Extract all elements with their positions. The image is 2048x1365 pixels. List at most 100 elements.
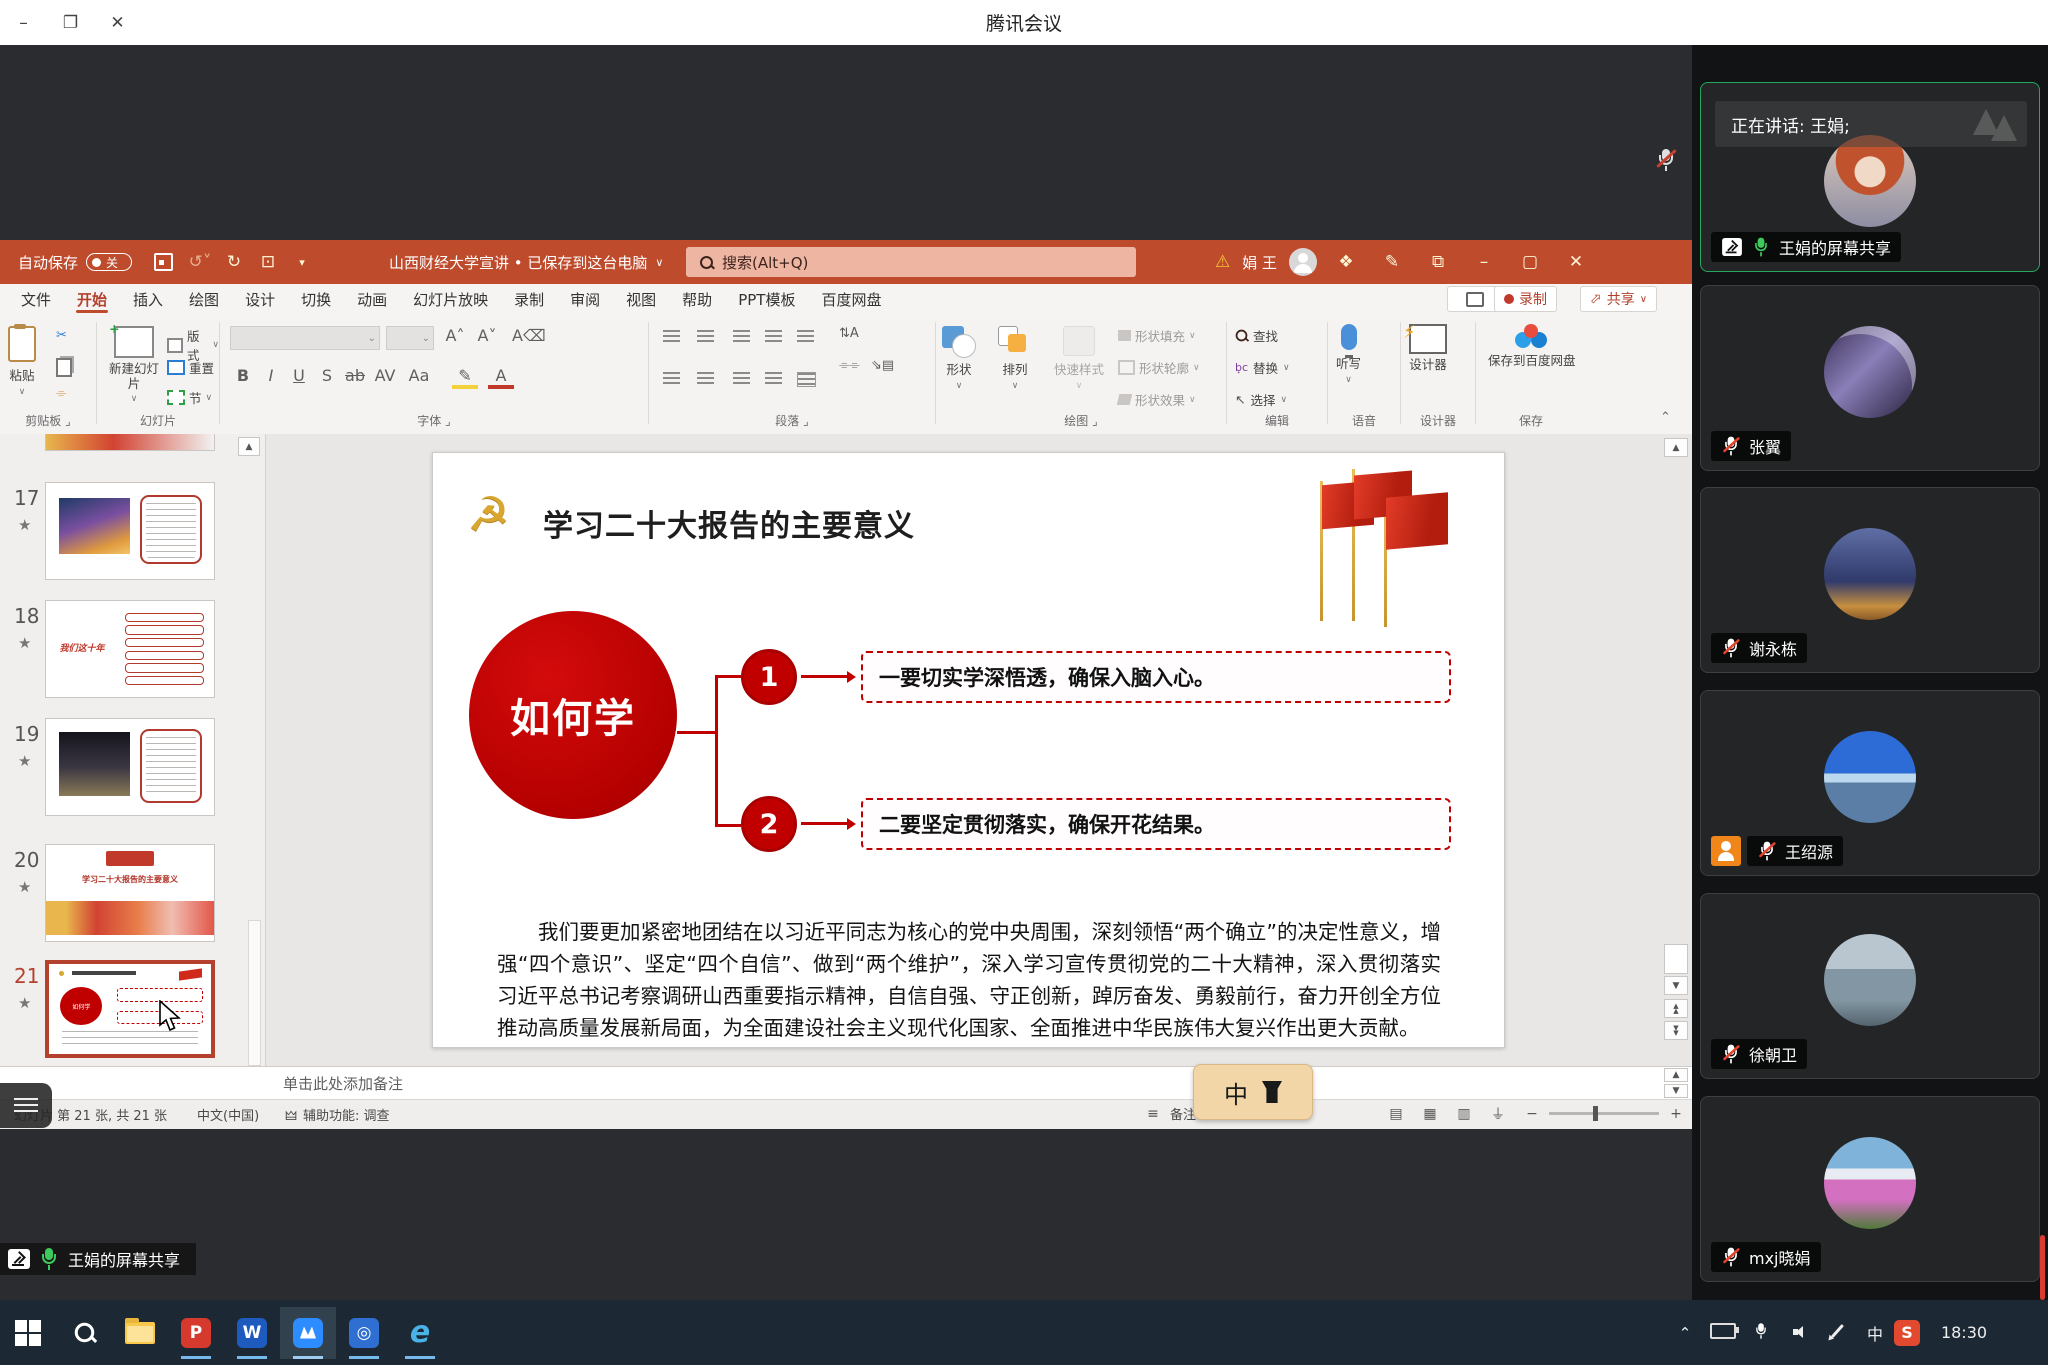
redo-icon[interactable]: ↻ — [217, 252, 251, 272]
numbering-icon[interactable] — [697, 330, 714, 343]
arrange-button[interactable]: 排列∨ — [998, 326, 1032, 391]
qat-customize-icon[interactable]: ▾ — [285, 256, 319, 269]
slide-scroll-up[interactable]: ▲ — [1664, 438, 1688, 457]
sogou-icon[interactable]: S — [1894, 1320, 1932, 1346]
shape-fill-button[interactable]: 形状填充∨ — [1118, 326, 1196, 345]
participant-tile-wangjuan[interactable]: 正在讲话: 王娟; 王娟的屏幕共享 — [1700, 82, 2040, 272]
ppt-restore-icon[interactable]: ▢ — [1513, 252, 1547, 272]
reading-view-icon[interactable]: ▥ — [1454, 1106, 1474, 1122]
highlight-color-button[interactable]: ✎ — [452, 366, 478, 389]
sidebar-scrollbar[interactable] — [2040, 1235, 2045, 1300]
word-button[interactable]: W — [224, 1307, 280, 1359]
clock[interactable]: 18:30 — [1932, 1323, 1996, 1342]
document-title[interactable]: 山西财经大学宣讲 • 已保存到这台电脑 — [389, 252, 647, 273]
thumb-slide16-partial[interactable] — [45, 434, 215, 451]
slideshow-view-icon[interactable]: ⏚ — [1488, 1104, 1508, 1124]
select-button[interactable]: ↖选择∨ — [1235, 390, 1287, 409]
normal-view-icon[interactable]: ▤ — [1386, 1106, 1406, 1122]
tab-slideshow[interactable]: 幻灯片放映 — [400, 284, 501, 314]
undo-icon[interactable]: ↺˅ — [183, 252, 217, 272]
align-text-icon[interactable]: ⌯⌯ — [839, 358, 860, 373]
char-spacing-button[interactable]: AV — [372, 366, 398, 385]
tab-animations[interactable]: 动画 — [344, 284, 400, 314]
tab-view[interactable]: 视图 — [613, 284, 669, 314]
reset-button[interactable]: 重置 — [167, 358, 214, 377]
participant-tile-zhangyi[interactable]: 张翼 — [1700, 285, 2040, 471]
underline-button[interactable]: U — [286, 366, 312, 385]
title-dropdown-icon[interactable]: ∨ — [655, 256, 663, 269]
save-icon[interactable] — [154, 253, 173, 271]
slide-canvas[interactable]: ☭ 学习二十大报告的主要意义 如何学 1 一要切实学深悟透，确保入脑入心。 2 … — [432, 452, 1505, 1048]
cut-icon[interactable]: ✂ — [56, 328, 67, 343]
pdf-app-button[interactable]: P — [168, 1307, 224, 1359]
tab-design[interactable]: 设计 — [232, 284, 288, 314]
tab-help[interactable]: 帮助 — [669, 284, 725, 314]
slideshow-from-start-icon[interactable]: ⊡ — [251, 252, 285, 272]
notes-pane[interactable]: 单击此处添加备注 — [0, 1066, 1692, 1100]
ppt-close-icon[interactable]: ✕ — [1559, 252, 1593, 272]
tab-draw[interactable]: 绘图 — [176, 284, 232, 314]
tencent-meeting-button[interactable] — [280, 1307, 336, 1359]
collapse-ribbon-icon[interactable]: ⌃ — [1660, 410, 1671, 425]
font-name-combo[interactable]: ⌄ — [230, 326, 380, 350]
blue-app-button[interactable]: ◎ — [336, 1307, 392, 1359]
zoom-slider-thumb[interactable] — [1593, 1106, 1598, 1121]
search-input[interactable]: 搜索(Alt+Q) — [686, 247, 1136, 277]
participant-tile-xieyongdong[interactable]: 谢永栋 — [1700, 487, 2040, 673]
thumb-slide-17[interactable] — [45, 482, 215, 580]
participant-tile-mxjxiaojuan[interactable]: mxj晓娟 — [1700, 1096, 2040, 1282]
shape-effects-button[interactable]: 形状效果∨ — [1118, 390, 1196, 409]
tray-expand-icon[interactable]: ⌃ — [1666, 1324, 1704, 1342]
volume-icon[interactable] — [1780, 1324, 1818, 1342]
tab-baidu-netdisk[interactable]: 百度网盘 — [808, 284, 894, 314]
align-left-icon[interactable] — [663, 372, 680, 385]
taskbar-search-button[interactable] — [56, 1307, 112, 1359]
bold-button[interactable]: B — [230, 366, 256, 385]
autosave-toggle[interactable]: 关 — [86, 253, 132, 271]
ime-mode-indicator[interactable]: 中 — [1856, 1321, 1894, 1345]
tab-transitions[interactable]: 切换 — [288, 284, 344, 314]
notes-toggle-icon[interactable]: ≡ — [1143, 1106, 1163, 1122]
line-spacing-icon[interactable] — [797, 330, 814, 343]
designer-button[interactable]: ⚡ 设计器 — [1409, 324, 1447, 372]
slide-scroll-thumb[interactable] — [1664, 944, 1688, 974]
shapes-button[interactable]: 形状∨ — [942, 326, 976, 391]
grow-font-icon[interactable]: A˄ — [442, 326, 468, 345]
font-size-combo[interactable]: ⌄ — [386, 326, 434, 350]
clear-format-icon[interactable]: A⌫ — [512, 326, 538, 345]
pen-mode-icon[interactable]: ✎ — [1375, 252, 1409, 272]
language-status[interactable]: 中文(中国) — [197, 1105, 259, 1124]
decrease-indent-icon[interactable] — [733, 330, 750, 343]
tray-pen-icon[interactable] — [1818, 1323, 1856, 1343]
text-direction-icon[interactable]: ⇅A — [839, 326, 859, 341]
shrink-font-icon[interactable]: A˅ — [474, 326, 500, 345]
slide-sorter-icon[interactable]: ▦ — [1420, 1106, 1440, 1122]
save-baidu-button[interactable]: 保存到百度网盘 — [1488, 324, 1576, 368]
participant-tile-wangshaoyuan[interactable]: 王绍源 — [1700, 690, 2040, 876]
increase-indent-icon[interactable] — [765, 330, 782, 343]
tab-ppt-template[interactable]: PPT模板 — [725, 284, 808, 314]
bullets-icon[interactable] — [663, 330, 680, 343]
start-button[interactable] — [0, 1307, 56, 1359]
participant-tile-xuchaowei[interactable]: 徐朝卫 — [1700, 893, 2040, 1079]
zoom-slider[interactable] — [1549, 1112, 1659, 1115]
notes-scroll-up[interactable]: ▲ — [1664, 1068, 1688, 1082]
battery-icon[interactable] — [1704, 1323, 1742, 1343]
smartart-convert-icon[interactable]: ⇘▤ — [871, 358, 894, 373]
replace-button[interactable]: b͎c替换∨ — [1235, 358, 1290, 377]
file-explorer-button[interactable] — [112, 1307, 168, 1359]
tab-record[interactable]: 录制 — [501, 284, 557, 314]
section-button[interactable]: 节∨ — [167, 388, 212, 407]
shadow-button[interactable]: S — [314, 366, 340, 385]
shape-outline-button[interactable]: 形状轮廓∨ — [1118, 358, 1200, 377]
dictate-button[interactable]: 听写∨ — [1336, 324, 1361, 385]
columns-icon[interactable] — [797, 372, 816, 387]
format-painter-icon[interactable]: ⌯ — [56, 386, 66, 401]
align-center-icon[interactable] — [697, 372, 714, 385]
warning-icon[interactable]: ⚠ — [1215, 252, 1230, 272]
thumb-slide-21-selected[interactable]: 如何学 — [45, 960, 215, 1058]
paste-button[interactable]: 粘贴∨ — [8, 326, 36, 397]
meeting-pip-toggle[interactable] — [0, 1083, 52, 1128]
font-color-button[interactable]: A — [488, 366, 514, 389]
quick-styles-button[interactable]: 快速样式∨ — [1054, 326, 1104, 391]
